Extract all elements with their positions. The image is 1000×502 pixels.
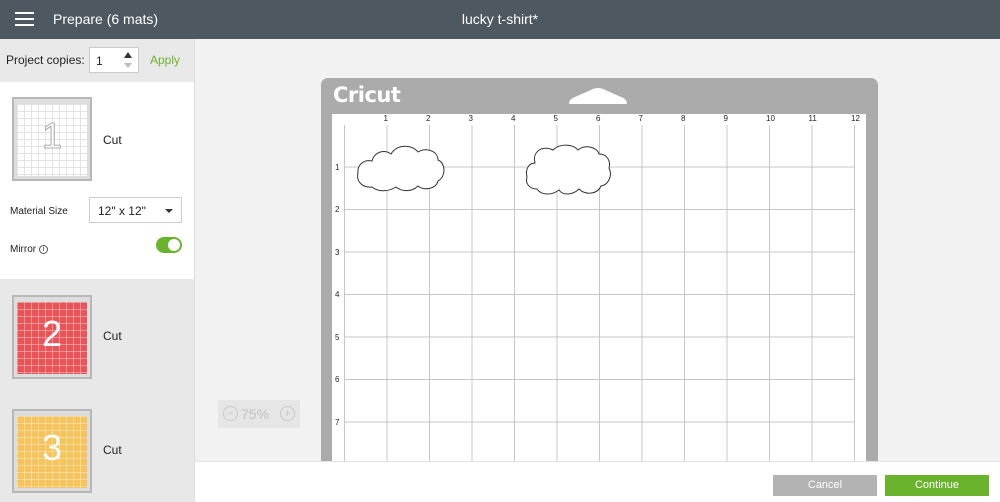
ruler-left-tick: 4 — [335, 290, 340, 299]
mat-thumbnail-3: 3 — [12, 409, 92, 493]
ruler-top-tick: 4 — [511, 114, 516, 123]
zoom-out-icon[interactable]: − — [223, 406, 238, 421]
mat-grid — [344, 125, 854, 478]
cloud-shape-1[interactable] — [354, 137, 446, 193]
material-size-select[interactable]: 12" x 12" — [89, 197, 182, 223]
bottom-action-bar: Cancel Continue — [195, 461, 1000, 502]
material-size-label: Material Size — [10, 206, 68, 217]
ruler-top-tick: 1 — [383, 114, 388, 123]
top-header: Prepare (6 mats) lucky t-shirt* — [0, 0, 1000, 39]
zoom-in-icon[interactable]: + — [280, 406, 295, 421]
caret-down-icon — [165, 209, 173, 213]
mat-sidebar: Project copies: 1 Apply 1 Cut Material S… — [0, 39, 195, 502]
continue-button[interactable]: Continue — [885, 475, 989, 496]
mat-thumbnail-1: 1 — [12, 97, 92, 181]
ruler-top-tick: 6 — [596, 114, 601, 123]
ruler-top-tick: 7 — [638, 114, 643, 123]
mat-grid-edge — [854, 125, 866, 478]
apply-button[interactable]: Apply — [150, 53, 180, 67]
zoom-level: 75% — [241, 406, 270, 422]
mat-number-3: 3 — [41, 427, 63, 468]
mat-handle-icon — [569, 88, 627, 104]
project-copies-label: Project copies: — [6, 53, 85, 67]
ruler-top-tick: 5 — [553, 114, 558, 123]
mat-card-1[interactable]: 1 Cut — [0, 87, 194, 201]
ruler-top-tick: 10 — [766, 114, 775, 123]
ruler-top: 0123456789101112 — [332, 114, 866, 125]
ruler-top-tick: 9 — [723, 114, 728, 123]
ruler-left-tick: 6 — [335, 375, 340, 384]
mat-canvas: Cricut 0123456789101112 1234567 − 75% + — [195, 39, 1000, 478]
cricut-logo: Cricut — [333, 83, 401, 107]
cloud-shape-2[interactable] — [523, 141, 615, 197]
project-copies-row: Project copies: 1 Apply — [0, 39, 194, 82]
ruler-top-tick: 12 — [851, 114, 860, 123]
mat-number-1: 1 — [41, 115, 63, 157]
material-size-row: Material Size 12" x 12" — [0, 197, 194, 227]
mat-label-2: Cut — [103, 329, 122, 343]
cutting-mat: Cricut 0123456789101112 1234567 — [321, 78, 878, 478]
ruler-top-tick: 3 — [468, 114, 473, 123]
info-icon[interactable]: i — [39, 245, 49, 254]
ruler-left-tick: 5 — [335, 332, 340, 342]
ruler-left-tick: 3 — [335, 247, 340, 257]
decrement-icon[interactable] — [124, 63, 132, 68]
mat-label-3: Cut — [103, 443, 122, 457]
mat-card-2[interactable]: 2 Cut — [0, 279, 194, 393]
project-copies-value: 1 — [96, 54, 103, 68]
mat-number-2: 2 — [41, 313, 63, 354]
ruler-left-tick: 2 — [335, 205, 340, 214]
mat-card-3[interactable]: 3 Cut — [0, 393, 194, 502]
mat-label-1: Cut — [103, 133, 122, 147]
increment-icon[interactable] — [124, 52, 132, 58]
mirror-label-wrap: Mirror i — [10, 244, 49, 255]
project-title: lucky t-shirt* — [461, 11, 539, 27]
ruler-top-tick: 11 — [808, 114, 817, 123]
ruler-left-tick: 7 — [335, 417, 340, 427]
zoom-control: − 75% + — [218, 400, 300, 428]
ruler-top-tick: 2 — [426, 114, 431, 123]
mat-thumbnail-2: 2 — [12, 295, 92, 379]
mirror-label: Mirror — [10, 244, 37, 255]
ruler-top-tick: 8 — [681, 114, 686, 123]
mirror-toggle[interactable] — [156, 237, 182, 253]
ruler-left-tick: 1 — [335, 162, 340, 172]
ruler-left: 1 2 3 4 5 6 7 — [332, 114, 344, 478]
cancel-button[interactable]: Cancel — [773, 475, 877, 496]
project-copies-input[interactable]: 1 — [89, 47, 139, 73]
material-size-value: 12" x 12" — [98, 204, 146, 218]
mirror-row: Mirror i — [0, 235, 194, 265]
